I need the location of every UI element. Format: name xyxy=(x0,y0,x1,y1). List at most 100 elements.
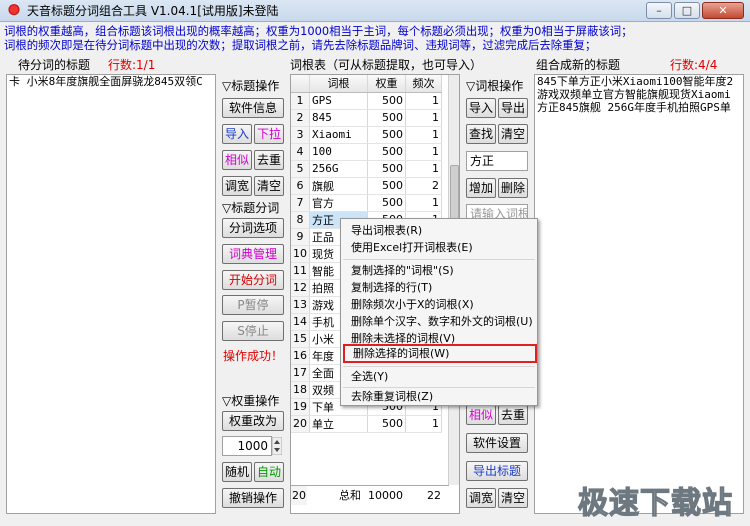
header-root[interactable]: 词根 xyxy=(309,75,368,93)
random-weight-button[interactable]: 随机 xyxy=(222,462,252,482)
table-row[interactable]: 20 单立 500 1 xyxy=(291,415,442,433)
ctx-export-roots[interactable]: 导出词根表(R) xyxy=(341,223,537,239)
set-weight-button[interactable]: 权重改为 xyxy=(222,411,284,431)
row-index: 3 xyxy=(291,126,310,144)
add-root-button[interactable]: 增加 xyxy=(466,178,496,198)
footer-label: 总和 xyxy=(339,489,361,502)
right-panel-title: 组合成新的标题 xyxy=(536,58,621,72)
ctx-remove-duplicates[interactable]: 去除重复词根(Z) xyxy=(341,389,537,405)
row-root: 旗舰 xyxy=(309,177,368,195)
clear-roots-button[interactable]: 清空 xyxy=(498,124,528,144)
row-weight: 500 xyxy=(367,160,406,178)
root-search-input[interactable]: 方正 xyxy=(466,151,528,171)
row-index: 15 xyxy=(291,330,310,348)
segment-ops-heading: ▽标题分词 xyxy=(222,201,280,215)
row-frequency: 2 xyxy=(405,177,442,195)
table-row[interactable]: 6 旗舰 500 2 xyxy=(291,177,442,195)
similar-titles-button[interactable]: 相似 xyxy=(222,150,252,170)
minimize-icon[interactable]: – xyxy=(646,2,672,19)
table-row[interactable]: 3 Xiaomi 500 1 xyxy=(291,126,442,144)
similar-roots-button[interactable]: 相似 xyxy=(466,405,496,425)
ctx-delete-low-frequency[interactable]: 删除频次小于X的词根(X) xyxy=(341,297,537,313)
table-header-row: 词根 权重 频次 xyxy=(291,75,442,93)
row-root: 845 xyxy=(309,109,368,127)
window-controls: – □ ✕ xyxy=(646,2,744,19)
auto-weight-button[interactable]: 自动 xyxy=(254,462,284,482)
table-row[interactable]: 5 256G 500 1 xyxy=(291,160,442,178)
table-row[interactable]: 7 官方 500 1 xyxy=(291,194,442,212)
row-index: 11 xyxy=(291,262,310,280)
header-weight[interactable]: 权重 xyxy=(367,75,406,93)
stop-button[interactable]: S停止 xyxy=(222,321,284,341)
export-roots-button[interactable]: 导出 xyxy=(498,98,528,118)
row-index: 10 xyxy=(291,245,310,263)
row-index: 5 xyxy=(291,160,310,178)
clear-titles-button[interactable]: 清空 xyxy=(254,176,284,196)
title-ops-heading: ▽标题操作 xyxy=(222,79,280,93)
ctx-delete-selected[interactable]: 删除选择的词根(W) xyxy=(343,344,537,363)
pause-button[interactable]: P暂停 xyxy=(222,295,284,315)
row-weight: 500 xyxy=(367,194,406,212)
right-panel-count: 行数:4/4 xyxy=(670,58,718,72)
table-row[interactable]: 4 100 500 1 xyxy=(291,143,442,161)
row-root: GPS xyxy=(309,92,368,110)
app-logo-icon xyxy=(7,3,21,18)
row-frequency: 1 xyxy=(405,160,442,178)
ctx-copy-roots[interactable]: 复制选择的"词根"(S) xyxy=(341,263,537,279)
row-frequency: 1 xyxy=(405,143,442,161)
row-weight: 500 xyxy=(367,177,406,195)
row-frequency: 1 xyxy=(405,194,442,212)
table-row[interactable]: 2 845 500 1 xyxy=(291,109,442,127)
ctx-select-all[interactable]: 全选(Y) xyxy=(341,369,537,385)
footer-count: 20 xyxy=(291,486,307,505)
footer-frequency: 22 xyxy=(427,489,441,502)
close-icon[interactable]: ✕ xyxy=(702,2,744,19)
export-titles-button[interactable]: 导出标题 xyxy=(466,461,528,481)
adjust-width-button[interactable]: 调宽 xyxy=(222,176,252,196)
ctx-open-excel[interactable]: 使用Excel打开词根表(E) xyxy=(341,240,537,256)
maximize-icon[interactable]: □ xyxy=(674,2,700,19)
row-frequency: 1 xyxy=(405,92,442,110)
ctx-copy-rows[interactable]: 复制选择的行(T) xyxy=(341,280,537,296)
row-frequency: 1 xyxy=(405,415,442,433)
start-segment-button[interactable]: 开始分词 xyxy=(222,270,284,290)
row-weight: 500 xyxy=(367,92,406,110)
status-message: 操作成功！ xyxy=(223,349,284,363)
table-footer: 20 总和 10000 22 xyxy=(291,485,449,505)
software-info-button[interactable]: 软件信息 xyxy=(222,98,284,118)
row-weight: 500 xyxy=(367,109,406,127)
clear-output-button[interactable]: 清空 xyxy=(498,488,528,508)
info-line-2: 词根的频次即是在待分词标题中出现的次数；提取词根之前，请先去除标题品牌词、违规词… xyxy=(4,38,597,52)
row-index: 7 xyxy=(291,194,310,212)
dedupe-roots-button[interactable]: 去重 xyxy=(498,405,528,425)
import-titles-button[interactable]: 导入 xyxy=(222,124,252,144)
delete-root-button[interactable]: 删除 xyxy=(498,178,528,198)
row-root: Xiaomi xyxy=(309,126,368,144)
adjust-width-right-button[interactable]: 调宽 xyxy=(466,488,496,508)
source-titles-textarea[interactable]: 卡 小米8年度旗舰全面屏骁龙845双领C xyxy=(6,74,216,514)
undo-button[interactable]: 撤销操作 xyxy=(222,488,284,508)
table-row[interactable]: 1 GPS 500 1 xyxy=(291,92,442,110)
row-weight: 500 xyxy=(367,126,406,144)
info-line-1: 词根的权重越高，组合标题该词根出现的概率越高；权重为1000相当于主词，每个标题… xyxy=(4,24,633,38)
find-root-button[interactable]: 查找 xyxy=(466,124,496,144)
dedupe-titles-button[interactable]: 去重 xyxy=(254,150,284,170)
row-index: 4 xyxy=(291,143,310,161)
segment-options-button[interactable]: 分词选项 xyxy=(222,218,284,238)
root-table-title: 词根表（可从标题提取，也可导入） xyxy=(290,58,483,72)
header-frequency[interactable]: 频次 xyxy=(405,75,442,93)
row-frequency: 1 xyxy=(405,109,442,127)
row-index: 19 xyxy=(291,398,310,416)
weight-value-input[interactable]: 1000 xyxy=(222,436,272,456)
software-settings-button[interactable]: 软件设置 xyxy=(466,433,528,453)
output-title-line: 845下单方正小米Xiaomi100智能年度2 xyxy=(537,75,734,88)
ctx-delete-single-chars[interactable]: 删除单个汉字、数字和外文的词根(U) xyxy=(341,314,537,330)
dropdown-button[interactable]: 下拉 xyxy=(254,124,284,144)
weight-spinner-icon[interactable] xyxy=(272,437,282,455)
output-titles-textarea[interactable]: 845下单方正小米Xiaomi100智能年度2 游戏双频单立官方智能旗舰现货Xi… xyxy=(534,74,744,514)
weight-ops-heading: ▽权重操作 xyxy=(222,394,280,408)
ctx-separator xyxy=(343,366,535,367)
dictionary-button[interactable]: 词典管理 xyxy=(222,244,284,264)
row-index: 17 xyxy=(291,364,310,382)
import-roots-button[interactable]: 导入 xyxy=(466,98,496,118)
